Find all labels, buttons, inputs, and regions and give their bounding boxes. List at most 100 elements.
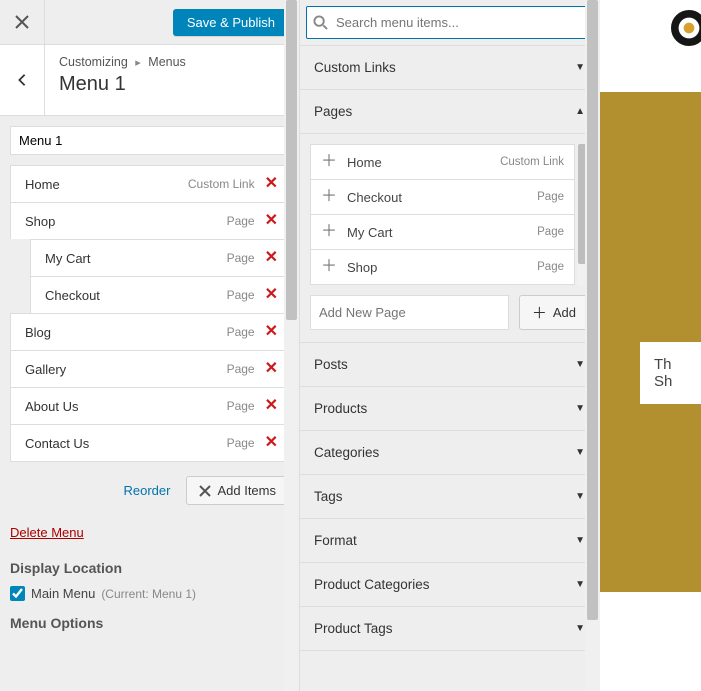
menu-item-label: Contact Us [25,436,89,451]
page-title: Menu 1 [59,73,186,96]
breadcrumb-parent: Customizing [59,55,128,69]
menu-item-type: Page [227,436,255,450]
available-item[interactable]: ＋Shop Page [310,249,575,285]
menu-item[interactable]: Blog Page✕ [10,313,289,350]
menu-item[interactable]: Home Custom Link✕ [10,165,289,202]
available-items-panel: Custom Links ▼ Pages ▲ ＋ Home Custom Link… [300,0,600,691]
main-menu-label: Main Menu [31,586,95,601]
menu-item-list: Home Custom Link✕ Shop Page✕ My Cart Pag… [10,165,289,462]
reorder-link[interactable]: Reorder [124,483,171,498]
menu-item[interactable]: Shop Page ✕ [10,202,289,239]
remove-icon[interactable]: ✕ [265,324,278,340]
menu-name-input[interactable] [10,126,289,155]
menu-item[interactable]: Checkout Page ✕ [30,276,289,313]
remove-icon[interactable]: ✕ [265,435,278,451]
scrollbar[interactable] [284,0,299,691]
available-item-type: Custom Link [500,156,564,168]
customizer-panel: Save & Publish Customizing ▸ Menus Menu … [0,0,300,691]
menu-item-label: About Us [25,399,78,414]
available-item-type: Page [537,261,564,273]
remove-icon[interactable]: ✕ [265,213,278,229]
display-location-heading: Display Location [10,560,289,576]
breadcrumb: Customizing ▸ Menus [59,55,186,69]
search-box[interactable] [306,6,593,39]
search-icon [313,15,328,30]
menu-item-label: Checkout [45,288,100,303]
section-categories[interactable]: Categories ▼ [300,431,599,475]
main-menu-checkbox-row[interactable]: Main Menu (Current: Menu 1) [10,586,289,601]
scrollbar-thumb[interactable] [286,0,297,320]
plus-icon: ＋ [321,224,337,240]
available-item[interactable]: ＋Checkout Page [310,179,575,214]
plus-icon: ＋ [321,154,337,170]
menu-item[interactable]: Gallery Page✕ [10,350,289,387]
chevron-down-icon: ▼ [575,447,585,458]
section-custom-links[interactable]: Custom Links ▼ [300,46,599,90]
menu-item[interactable]: Contact Us Page ✕ [10,424,289,462]
section-pages[interactable]: Pages ▲ [300,90,599,134]
section-pages-body: ＋ Home Custom Link ＋Checkout Page ＋My Car… [300,134,599,343]
search-input[interactable] [332,11,586,34]
available-item[interactable]: ＋ Home Custom Link [310,144,575,179]
menu-item[interactable]: My Cart Page✕ [30,239,289,276]
section-label: Tags [314,489,343,504]
menu-item-type: Page [227,362,255,376]
chevron-down-icon: ▼ [575,491,585,502]
section-label: Format [314,533,357,548]
back-button[interactable] [0,45,45,115]
delete-menu-link[interactable]: Delete Menu [10,525,84,540]
add-new-page-input[interactable] [310,295,509,330]
add-new-page-row: ＋ Add [310,295,589,330]
accordion: Custom Links ▼ Pages ▲ ＋ Home Custom Link… [300,46,599,651]
remove-icon[interactable]: ✕ [265,361,278,377]
search-wrap [300,0,599,46]
scrollbar-thumb[interactable] [587,0,598,620]
plus-icon: ＋ [321,259,337,275]
menu-item-type: Page [227,214,255,228]
menu-item-type: Page [227,288,255,302]
chevron-down-icon: ▼ [575,62,585,73]
section-format[interactable]: Format ▼ [300,519,599,563]
plus-icon: ＋ [532,302,547,323]
add-items-button[interactable]: Add Items [186,476,289,505]
section-product-categories[interactable]: Product Categories ▼ [300,563,599,607]
remove-icon[interactable]: ✕ [265,287,278,303]
main-menu-current: (Current: Menu 1) [101,587,196,601]
close-button[interactable] [0,0,45,45]
menu-item-label: Shop [25,214,55,229]
chevron-down-icon: ▼ [575,535,585,546]
menu-item[interactable]: About Us Page ✕ [10,387,289,424]
available-item[interactable]: ＋My Cart Page [310,214,575,249]
section-tags[interactable]: Tags ▼ [300,475,599,519]
section-posts[interactable]: Posts ▼ [300,343,599,387]
available-item-type: Page [537,191,564,203]
scrollbar[interactable] [585,0,600,691]
page-list: ＋ Home Custom Link ＋Checkout Page ＋My Car… [310,144,589,285]
preview-text: Sh [654,373,701,390]
site-preview: Th Sh [600,0,701,691]
available-item-label: Home [347,155,382,170]
remove-icon[interactable]: ✕ [265,176,278,192]
chevron-down-icon: ▼ [575,623,585,634]
chevron-down-icon: ▼ [575,359,585,370]
save-publish-button[interactable]: Save & Publish [173,9,289,36]
section-products[interactable]: Products ▼ [300,387,599,431]
chevron-right-icon: ▸ [135,57,141,69]
main-menu-checkbox[interactable] [10,586,25,601]
menu-item-type: Page [227,251,255,265]
chevron-up-icon: ▲ [575,106,585,117]
section-product-tags[interactable]: Product Tags ▼ [300,607,599,651]
chevron-down-icon: ▼ [575,579,585,590]
menu-options-heading: Menu Options [10,615,289,631]
preview-header [600,0,701,92]
breadcrumb-row: Customizing ▸ Menus Menu 1 [0,45,299,116]
menu-item-type: Page [227,399,255,413]
breadcrumb-location: Menus [148,55,186,69]
preview-content-box: Th Sh [640,342,701,404]
section-label: Posts [314,357,348,372]
add-new-page-button[interactable]: ＋ Add [519,295,589,330]
actions-row: Reorder Add Items [10,462,289,515]
section-label: Product Categories [314,577,430,592]
remove-icon[interactable]: ✕ [265,398,278,414]
remove-icon[interactable]: ✕ [265,250,278,266]
